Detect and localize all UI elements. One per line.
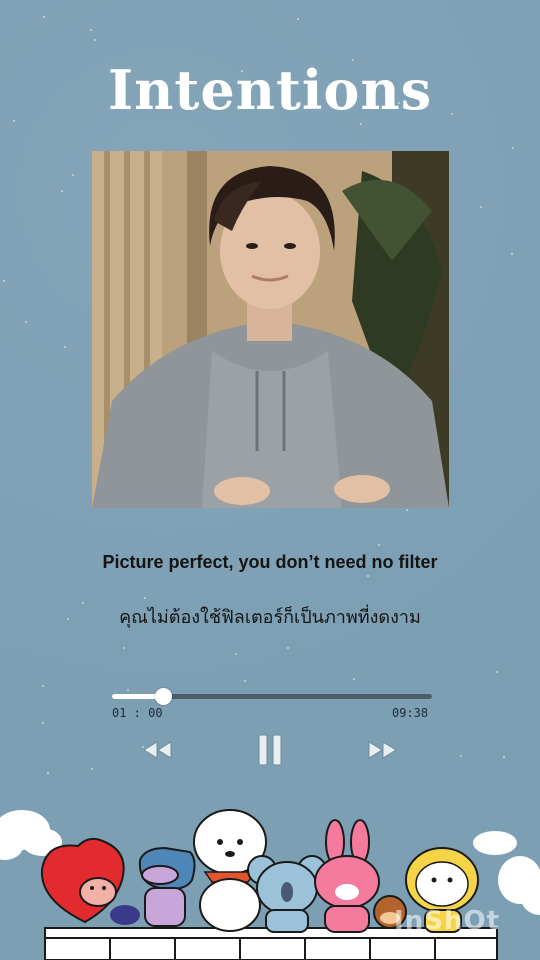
pause-button[interactable] xyxy=(250,732,290,768)
music-player-screen: Intentions Picture perfect, you don’t ne… xyxy=(0,0,540,960)
background-speck xyxy=(503,756,505,758)
background-speck xyxy=(43,16,45,18)
background-speck xyxy=(25,321,27,323)
total-time: 09:38 xyxy=(392,706,429,720)
cloud-right xyxy=(473,831,540,915)
background-speck xyxy=(127,689,129,691)
background-speck xyxy=(42,722,44,724)
background-speck xyxy=(61,190,63,192)
background-speck xyxy=(72,174,74,176)
progress-handle[interactable] xyxy=(155,688,173,705)
background-speck xyxy=(360,123,362,125)
background-speck xyxy=(406,509,408,511)
inshot-watermark: InShOt xyxy=(394,906,500,936)
background-speck xyxy=(378,544,380,546)
background-speck xyxy=(480,206,482,208)
background-speck xyxy=(144,597,146,599)
background-speck xyxy=(353,678,355,680)
lyric-line-thai: คุณไม่ต้องใช้ฟิลเตอร์ก็เป็นภาพที่งดงาม xyxy=(119,607,421,628)
background-speck xyxy=(90,29,92,31)
pause-icon xyxy=(258,734,282,766)
background-speck xyxy=(235,653,237,655)
rewind-icon xyxy=(143,741,172,759)
lyric-line-english: Picture perfect, you don’t need no filte… xyxy=(102,552,438,572)
cover-photo xyxy=(92,151,449,508)
background-speck xyxy=(47,772,49,774)
background-speck xyxy=(3,280,5,282)
fast-forward-button[interactable] xyxy=(362,732,402,768)
fast-forward-icon xyxy=(368,741,397,759)
song-title: Intentions xyxy=(107,58,433,122)
background-speck xyxy=(42,685,44,687)
background-speck xyxy=(94,39,96,41)
album-cover xyxy=(92,151,449,508)
progress-bar[interactable] xyxy=(112,688,432,705)
background-speck xyxy=(367,575,369,577)
background-speck xyxy=(91,768,93,770)
background-speck xyxy=(496,671,498,673)
background-speck xyxy=(287,647,289,649)
rewind-button[interactable] xyxy=(138,732,178,768)
background-speck xyxy=(460,755,462,757)
background-speck xyxy=(123,647,125,649)
background-speck xyxy=(512,147,514,149)
background-speck xyxy=(511,253,513,255)
elapsed-time: 01 : 00 xyxy=(112,706,163,720)
background-speck xyxy=(64,346,66,348)
background-speck xyxy=(297,18,299,20)
background-speck xyxy=(244,680,246,682)
